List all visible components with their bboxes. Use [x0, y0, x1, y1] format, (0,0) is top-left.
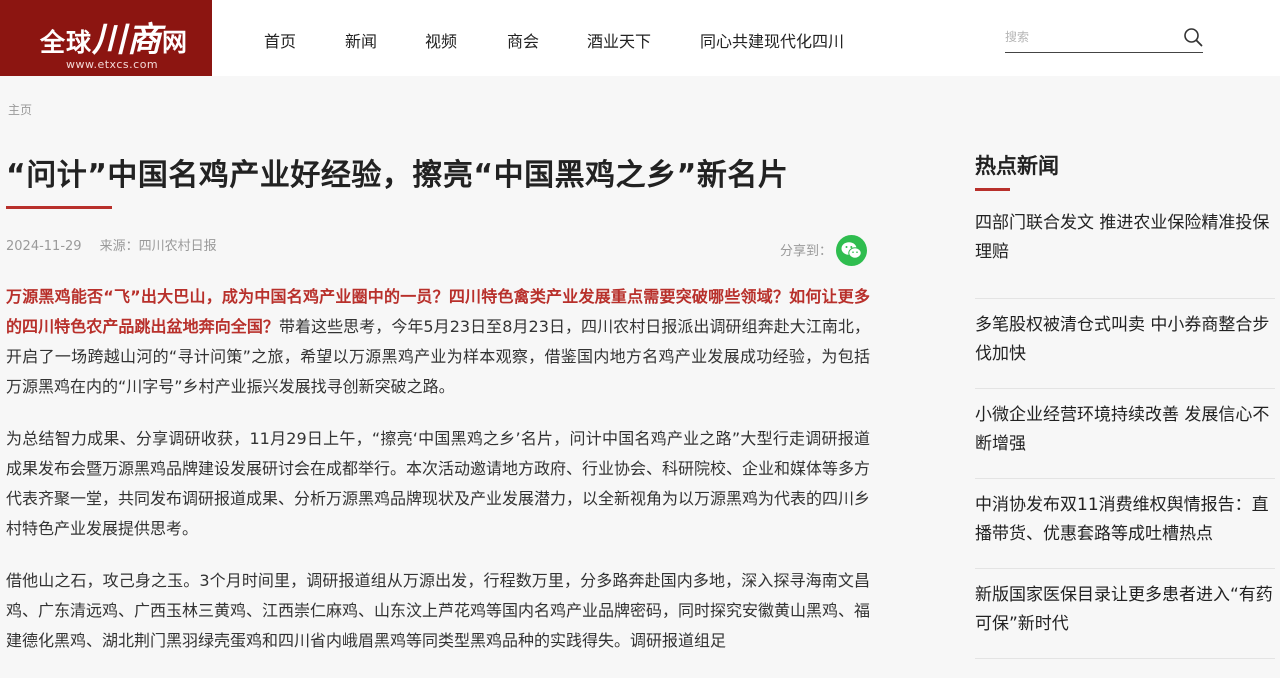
- hot-news-link[interactable]: 小微企业经营环境持续改善 发展信心不断增强: [975, 401, 1275, 459]
- hot-news-link[interactable]: 多笔股权被清仓式叫卖 中小券商整合步伐加快: [975, 311, 1275, 369]
- title-underline: [6, 206, 112, 209]
- sidebar-title: 热点新闻: [975, 154, 1059, 178]
- wechat-icon: [841, 242, 862, 259]
- article-paragraph: 借他山之石，攻己身之玉。3个月时间里，调研报道组从万源出发，行程数万里，分多路奔…: [6, 571, 871, 650]
- article-source: 来源：四川农村日报: [99, 239, 217, 254]
- nav-liquor[interactable]: 酒业天下: [587, 28, 651, 52]
- nav-home[interactable]: 首页: [264, 28, 296, 52]
- breadcrumb-home[interactable]: 主页: [8, 101, 32, 118]
- article-date: 2024-11-29: [6, 239, 82, 254]
- article-meta: 2024-11-29 来源：四川农村日报: [6, 235, 217, 254]
- search-box: [1005, 24, 1203, 53]
- hot-news-link[interactable]: 中消协发布双11消费维权舆情报告：直播带货、优惠套路等成吐槽热点: [975, 491, 1275, 549]
- nav-chamber[interactable]: 商会: [507, 28, 539, 52]
- list-item: 多笔股权被清仓式叫卖 中小券商整合步伐加快: [975, 299, 1275, 389]
- hot-news-link[interactable]: 新版国家医保目录让更多患者进入“有药可保”新时代: [975, 581, 1275, 639]
- nav-news[interactable]: 新闻: [345, 28, 377, 52]
- list-item: 新版国家医保目录让更多患者进入“有药可保”新时代: [975, 569, 1275, 659]
- logo-url: www.etxcs.com: [66, 58, 159, 71]
- share-label: 分享到：: [780, 244, 833, 259]
- site-header: 全球川商网 www.etxcs.com 首页 新闻 视频 商会 酒业天下 同心共…: [0, 0, 1280, 76]
- search-input[interactable]: [1005, 26, 1175, 48]
- hot-news-link[interactable]: 四部门联合发文 推进农业保险精准投保理赔: [975, 209, 1275, 267]
- nav-video[interactable]: 视频: [425, 28, 457, 52]
- wechat-share-button[interactable]: [836, 235, 867, 266]
- article-body: 万源黑鸡能否“飞”出大巴山，成为中国名鸡产业圈中的一员？四川特色禽类产业发展重点…: [6, 282, 870, 678]
- hot-news-list: 四部门联合发文 推进农业保险精准投保理赔 多笔股权被清仓式叫卖 中小券商整合步伐…: [975, 209, 1275, 659]
- sidebar-underline: [975, 188, 1010, 191]
- nav-sichuan[interactable]: 同心共建现代化四川: [700, 28, 844, 52]
- hot-news-sidebar: 热点新闻 四部门联合发文 推进农业保险精准投保理赔 多笔股权被清仓式叫卖 中小券…: [975, 150, 1275, 659]
- list-item: 中消协发布双11消费维权舆情报告：直播带货、优惠套路等成吐槽热点: [975, 479, 1275, 569]
- list-item: 小微企业经营环境持续改善 发展信心不断增强: [975, 389, 1275, 479]
- search-icon[interactable]: [1183, 27, 1203, 47]
- logo-wordmark: 全球川商网: [40, 20, 189, 60]
- article-paragraph: 万源黑鸡能否“飞”出大巴山，成为中国名鸡产业圈中的一员？四川特色禽类产业发展重点…: [6, 287, 870, 396]
- list-item: 四部门联合发文 推进农业保险精准投保理赔: [975, 209, 1275, 299]
- article-title: “问计”中国名鸡产业好经验，擦亮“中国黑鸡之乡”新名片: [6, 158, 789, 193]
- site-logo[interactable]: 全球川商网 www.etxcs.com: [0, 0, 212, 76]
- article-paragraph: 为总结智力成果、分享调研收获，11月29日上午，“擦亮‘中国黑鸡之乡’名片，问计…: [6, 429, 871, 538]
